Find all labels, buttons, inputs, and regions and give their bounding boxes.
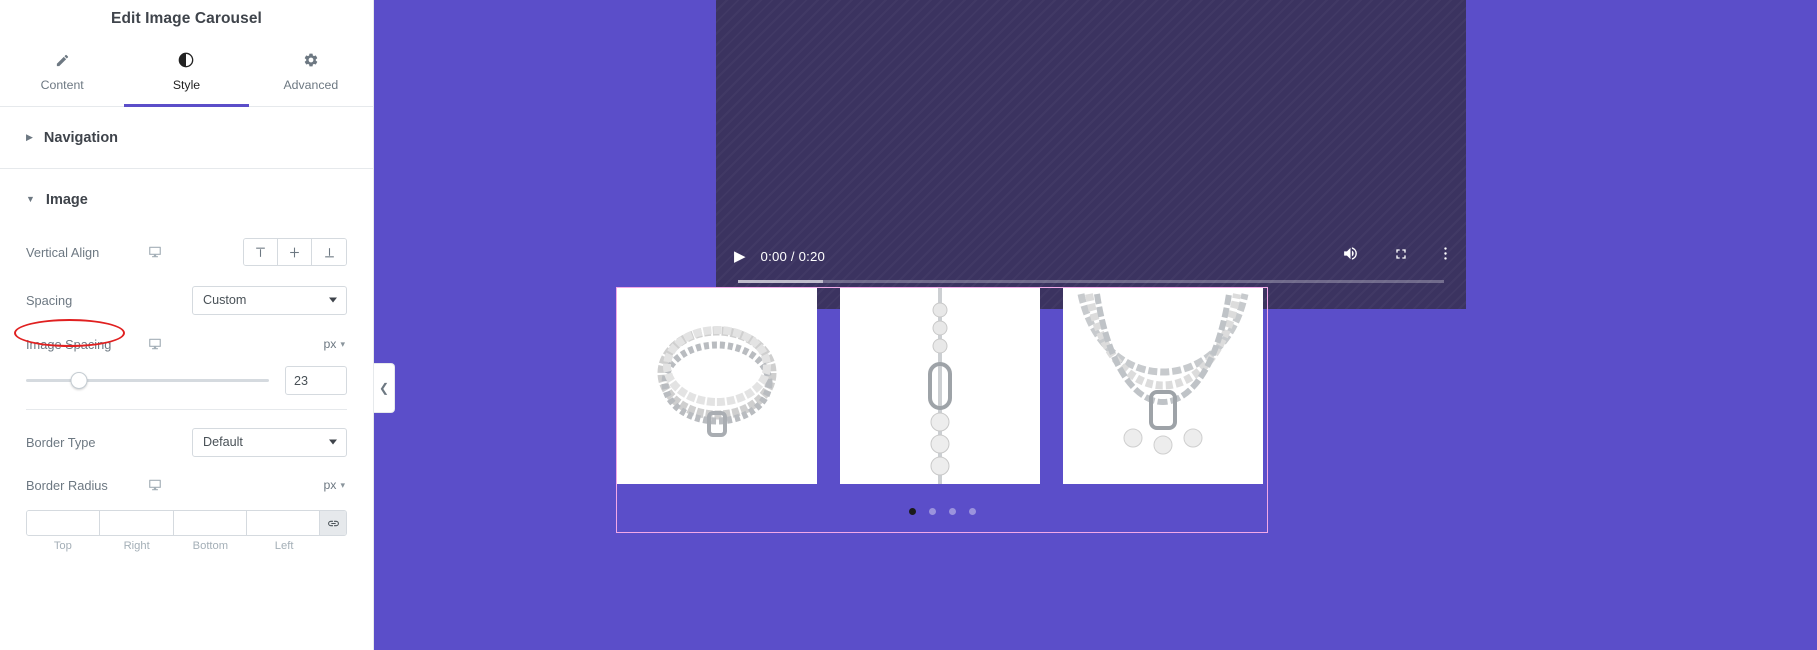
video-player[interactable]: ▶ 0:00 / 0:20 bbox=[716, 0, 1466, 309]
image-spacing-unit-value: px bbox=[323, 337, 337, 351]
carousel-dot-3[interactable] bbox=[948, 508, 956, 515]
desktop-icon[interactable] bbox=[148, 478, 172, 492]
carousel-prev-button[interactable]: ❮ bbox=[629, 399, 647, 421]
border-radius-unit-select[interactable]: px ▾ bbox=[323, 478, 345, 492]
image-carousel-widget[interactable]: ❮ ❯ bbox=[616, 287, 1268, 533]
border-radius-top-label: Top bbox=[53, 540, 72, 552]
border-radius-right-input[interactable] bbox=[100, 511, 174, 535]
section-navigation-header[interactable]: ▶ Navigation bbox=[0, 107, 373, 168]
control-spacing: Spacing Custom bbox=[26, 274, 347, 326]
spacing-select-value: Custom bbox=[203, 293, 247, 307]
panel-title: Edit Image Carousel bbox=[111, 9, 262, 27]
border-type-select[interactable]: Default bbox=[192, 427, 347, 457]
video-controls-right bbox=[1342, 245, 1448, 264]
image-spacing-label: Image Spacing bbox=[26, 336, 112, 352]
video-controls-left: ▶ 0:00 / 0:20 bbox=[734, 249, 825, 264]
pearl-chain-bracelet-image bbox=[657, 326, 777, 437]
pearl-link-necklace-image bbox=[928, 288, 952, 484]
slider-handle[interactable] bbox=[70, 372, 88, 389]
video-time: 0:00 / 0:20 bbox=[760, 249, 826, 264]
border-radius-bottom-label: Bottom bbox=[192, 540, 229, 552]
tab-content-label: Content bbox=[40, 77, 84, 92]
panel-collapse-handle[interactable]: ❮ bbox=[374, 363, 395, 413]
control-image-spacing: Image Spacing px ▾ bbox=[26, 326, 347, 362]
border-radius-top-input[interactable] bbox=[27, 511, 101, 535]
vertical-align-label: Vertical Align bbox=[26, 244, 100, 260]
border-radius-inputs bbox=[26, 510, 347, 536]
video-progress-played bbox=[738, 280, 823, 283]
app-root: Edit Image Carousel Content Style Advanc… bbox=[0, 0, 1817, 650]
panel-tabs: Content Style Advanced bbox=[0, 37, 373, 107]
spacing-label: Spacing bbox=[26, 292, 73, 308]
border-radius-left-input[interactable] bbox=[246, 511, 320, 535]
tab-style-label: Style bbox=[172, 77, 201, 92]
border-radius-unit-value: px bbox=[323, 478, 337, 492]
carousel-pagination bbox=[617, 508, 1267, 515]
section-image-title: Image bbox=[45, 191, 88, 208]
play-icon[interactable]: ▶ bbox=[734, 249, 746, 264]
vertical-align-choices bbox=[243, 238, 347, 266]
image-spacing-unit-select[interactable]: px ▾ bbox=[323, 337, 345, 351]
chevron-down-icon: ▾ bbox=[340, 479, 345, 490]
carousel-next-button[interactable]: ❯ bbox=[1237, 399, 1255, 421]
link-icon[interactable] bbox=[320, 511, 346, 535]
chevron-down-icon: ▼ bbox=[26, 194, 35, 204]
carousel-slides bbox=[617, 288, 1263, 484]
double-strand-pearl-chain-necklace-image bbox=[1077, 293, 1249, 455]
control-vertical-align: Vertical Align bbox=[26, 230, 347, 274]
border-radius-labels: Top Right Bottom Left bbox=[26, 540, 347, 552]
carousel-dot-4[interactable] bbox=[968, 508, 976, 515]
chevron-left-icon: ❮ bbox=[378, 381, 390, 395]
tab-advanced-label: Advanced bbox=[283, 77, 339, 92]
divider bbox=[26, 409, 347, 410]
chevron-down-icon bbox=[329, 439, 337, 445]
fullscreen-icon[interactable] bbox=[1393, 246, 1409, 264]
editor-sidebar: Edit Image Carousel Content Style Advanc… bbox=[0, 0, 374, 650]
carousel-slide-3[interactable] bbox=[1063, 288, 1263, 484]
chevron-down-icon: ▾ bbox=[340, 338, 345, 349]
image-spacing-value: 23 bbox=[294, 373, 309, 388]
tab-style[interactable]: Style bbox=[124, 37, 249, 107]
carousel-slide-2[interactable] bbox=[840, 288, 1040, 484]
pencil-icon bbox=[55, 52, 70, 69]
image-spacing-slider[interactable] bbox=[26, 372, 269, 390]
video-progress-bar[interactable] bbox=[738, 280, 1444, 283]
section-image-header[interactable]: ▼ Image bbox=[0, 169, 373, 230]
image-spacing-slider-row: 23 bbox=[26, 362, 347, 405]
image-controls: Vertical Align Spacing Custom Image Spac… bbox=[0, 230, 373, 566]
align-middle-button[interactable] bbox=[278, 239, 312, 265]
image-spacing-input[interactable]: 23 bbox=[285, 366, 347, 395]
chevron-right-icon: ▶ bbox=[26, 132, 33, 142]
gear-icon bbox=[303, 52, 319, 69]
spacing-select[interactable]: Custom bbox=[192, 285, 347, 315]
section-navigation-title: Navigation bbox=[43, 129, 119, 146]
border-type-select-value: Default bbox=[203, 435, 243, 449]
desktop-icon[interactable] bbox=[148, 337, 172, 351]
chevron-down-icon bbox=[329, 297, 337, 303]
carousel-dot-2[interactable] bbox=[928, 508, 936, 515]
border-radius-bottom-input[interactable] bbox=[173, 511, 247, 535]
tab-advanced[interactable]: Advanced bbox=[249, 37, 373, 106]
page-preview: ▶ 0:00 / 0:20 ❮ ❯ bbox=[374, 0, 1817, 650]
control-border-type: Border Type Default bbox=[26, 416, 347, 468]
slider-track bbox=[26, 379, 269, 382]
align-top-button[interactable] bbox=[244, 239, 278, 265]
tab-content[interactable]: Content bbox=[0, 37, 124, 106]
section-image: ▼ Image Vertical Align Spacing Custom Im… bbox=[0, 169, 373, 566]
desktop-icon[interactable] bbox=[148, 245, 172, 259]
control-border-radius: Border Radius px ▾ bbox=[26, 468, 347, 502]
align-bottom-button[interactable] bbox=[312, 239, 346, 265]
volume-icon[interactable] bbox=[1342, 245, 1359, 264]
border-type-label: Border Type bbox=[26, 434, 96, 450]
contrast-icon bbox=[178, 52, 194, 69]
border-radius-left-label: Left bbox=[274, 540, 294, 552]
border-radius-label: Border Radius bbox=[26, 477, 108, 493]
border-radius-right-label: Right bbox=[123, 540, 150, 552]
carousel-dot-1[interactable] bbox=[908, 508, 916, 515]
section-navigation: ▶ Navigation bbox=[0, 107, 373, 169]
carousel-slide-1[interactable] bbox=[617, 288, 817, 484]
kebab-menu-icon[interactable] bbox=[1443, 245, 1448, 264]
